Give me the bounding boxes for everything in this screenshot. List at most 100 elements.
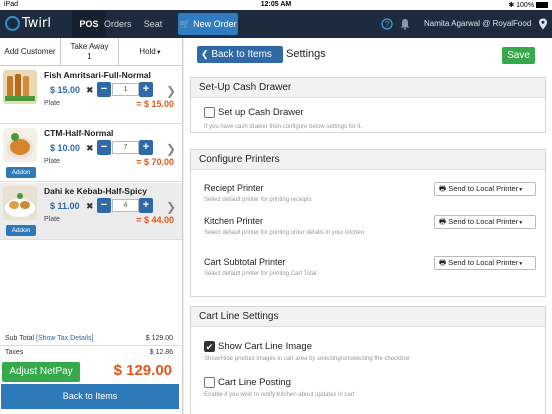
multiply-icon: ✖ [86,85,94,95]
section-header: Set-Up Cash Drawer [191,78,545,98]
user-name[interactable]: Namita Agarwal @ RoyalFood [424,19,531,28]
hold-dropdown[interactable]: Hold▼ [119,38,182,66]
item-unit: Plate [44,158,60,165]
item-price: $ 11.00 [50,201,80,211]
settings-back-label: Back to Items [211,49,272,60]
caret-down-icon: ▼ [518,261,524,267]
bluetooth-icon: ✱ [508,2,515,9]
item-unit: Plate [44,100,60,107]
subtotal-printer-desc: Select default printer for printing Cart… [204,271,317,277]
chevron-right-icon[interactable]: ❯ [166,84,176,98]
new-order-button[interactable]: 🛒 New Order [178,13,238,35]
cart-line-image-desc: Show/Hide product images in cart area by… [204,356,410,362]
caret-down-icon: ▼ [518,220,524,226]
divider [0,345,183,346]
cash-drawer-label: Set up Cash Drawer [218,107,304,118]
decrease-button[interactable]: − [97,140,111,155]
item-name: Fish Amritsari-Full-Normal [44,70,151,80]
printer-icon: 🖶 [439,184,447,193]
multiply-icon: ✖ [86,143,94,153]
grand-total: $ 129.00 [113,362,172,379]
item-image [3,186,37,220]
cart-item[interactable]: Fish Amritsari-Full-Normal $ 15.00 ✖ − 1… [0,67,182,124]
item-total: = $ 44.00 [136,215,174,225]
settings-panel: ❮ Back to Items Settings Save Set-Up Cas… [184,38,552,414]
receipt-printer-desc: Select default printer for printing rece… [204,197,312,203]
addon-button[interactable]: Addon [6,167,36,178]
cart-line-posting-desc: Enable if you wish to notify Kitchen abo… [204,392,355,398]
quantity-value[interactable]: 4 [112,199,139,212]
bell-icon[interactable] [399,18,411,30]
receipt-printer-label: Reciept Printer [204,183,264,193]
hold-label: Hold [139,47,156,56]
adjust-netpay-button[interactable]: Adjust NetPay [2,362,80,382]
decrease-button[interactable]: − [97,82,111,97]
take-away-label: Take Away [70,42,109,51]
taxes-value: $ 12.86 [149,349,173,356]
kitchen-printer-dropdown[interactable]: 🖶 Send to Local Printer▼ [434,215,536,229]
printer-dropdown-label: Send to Local Printer [448,258,519,267]
addon-button[interactable]: Addon [6,225,36,236]
clock: 12:05 AM [260,1,292,8]
chevron-right-icon[interactable]: ❯ [166,200,176,214]
subtotal-row: Sub Total [Show Tax Details] $ 129.00 [0,335,183,342]
item-image [3,70,37,104]
cart-item[interactable]: Dahi ke Kebab-Half-Spicy $ 11.00 ✖ − 4 +… [0,183,182,240]
cart-line-posting-checkbox[interactable] [204,377,215,388]
back-to-items-button[interactable]: Back to Items [1,384,179,409]
save-button[interactable]: Save [502,47,535,64]
settings-back-button[interactable]: ❮ Back to Items [197,46,283,63]
chevron-right-icon[interactable]: ❯ [166,142,176,156]
item-total: = $ 70.00 [136,157,174,167]
increase-button[interactable]: + [139,140,153,155]
quantity-stepper: − 1 + [97,82,154,97]
cash-drawer-checkbox[interactable] [204,107,215,118]
show-tax-details-link[interactable]: [Show Tax Details] [36,335,93,342]
quantity-value[interactable]: 7 [112,141,139,154]
subtotal-printer-dropdown[interactable]: 🖶 Send to Local Printer▼ [434,256,536,270]
location-pin-icon[interactable] [538,18,548,30]
caret-down-icon: ▼ [518,187,524,193]
status-bar: iPad 12:05 AM ✱ 100% [0,0,552,10]
cart-line-image-label: Show Cart Line Image [218,341,312,352]
item-name: CTM-Half-Normal [44,128,114,138]
decrease-button[interactable]: − [97,198,111,213]
chevron-left-icon: ❮ [201,49,209,59]
item-price: $ 15.00 [50,85,81,95]
add-customer-button[interactable]: Add Customer [0,38,61,66]
quantity-value[interactable]: 1 [112,83,139,96]
printer-dropdown-label: Send to Local Printer [448,217,519,226]
battery-label: 100% [516,2,535,9]
logo-ring-icon [5,16,20,31]
printers-section: Configure Printers Reciept Printer Selec… [190,149,546,297]
help-icon[interactable]: ? [381,18,393,30]
item-price: $ 10.00 [50,143,81,153]
section-header: Cart Line Settings [191,307,545,327]
tab-orders[interactable]: Orders [104,10,132,38]
item-name: Dahi ke Kebab-Half-Spicy [44,186,147,196]
caret-down-icon: ▼ [155,50,162,56]
subtotal-value: $ 129.00 [145,335,173,342]
increase-button[interactable]: + [139,82,153,97]
tab-pos[interactable]: POS [72,10,106,38]
cart-line-section: Cart Line Settings ✔ Show Cart Line Imag… [190,306,546,414]
multiply-icon: ✖ [86,201,94,211]
cart-icon: 🛒 [179,19,191,29]
subtotal-label: Sub Total [5,335,35,342]
cart-line-image-checkbox[interactable]: ✔ [204,341,215,352]
cart-item[interactable]: CTM-Half-Normal $ 10.00 ✖ − 7 + ❯ Plate … [0,125,182,182]
take-away-count: 1 [87,52,92,61]
battery-icon [536,2,548,9]
receipt-printer-dropdown[interactable]: 🖶 Send to Local Printer▼ [434,182,536,196]
section-header: Configure Printers [191,150,545,170]
take-away-button[interactable]: Take Away 1 [61,38,119,66]
brand-name: Twirl [22,16,51,31]
page-title: Settings [286,48,326,60]
tab-seat[interactable]: Seat [141,10,165,38]
taxes-label: Taxes [5,349,24,356]
cart-panel: Add Customer Take Away 1 Hold▼ Fish Amri… [0,38,183,414]
cart-actions: Add Customer Take Away 1 Hold▼ [0,38,183,66]
increase-button[interactable]: + [139,198,153,213]
kitchen-printer-label: Kitchen Printer [204,216,264,226]
cash-drawer-desc: If you have cash drawer then configure b… [204,124,363,130]
